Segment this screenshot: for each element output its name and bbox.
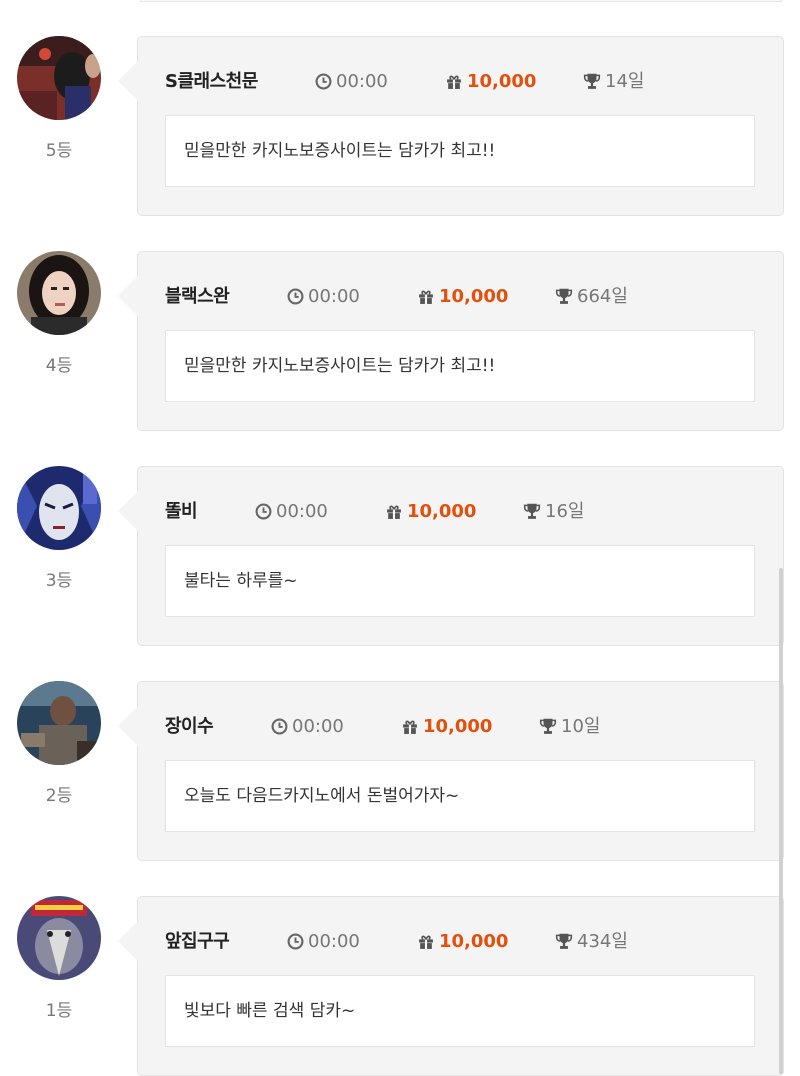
reward-points: 10,000 bbox=[417, 930, 508, 954]
avatar-image bbox=[17, 251, 101, 335]
rank-label: 2등 bbox=[45, 786, 73, 806]
attendance-entry: 3등 똘비 00:00 10,000 16일 불타는 하루를~ bbox=[0, 466, 800, 646]
time-value: 00:00 bbox=[308, 931, 360, 952]
gift-icon bbox=[403, 720, 417, 734]
gift-icon bbox=[419, 290, 433, 304]
trophy-icon bbox=[523, 503, 541, 519]
rank-label: 5등 bbox=[45, 141, 73, 161]
user-avatar[interactable] bbox=[17, 681, 101, 765]
attendance-entry: 5등 S클래스천문 00:00 10,000 14일 믿을만한 카지노보증사이트… bbox=[0, 36, 800, 216]
card-pointer bbox=[118, 61, 138, 101]
days-value: 664일 bbox=[577, 286, 628, 307]
entry-message: 믿을만한 카지노보증사이트는 담카가 최고!! bbox=[165, 330, 755, 402]
card-pointer bbox=[118, 921, 138, 961]
gift-icon bbox=[387, 505, 401, 519]
points-value: 10,000 bbox=[467, 71, 537, 92]
attendance-days: 664일 bbox=[555, 285, 628, 309]
avatar-image bbox=[17, 681, 101, 765]
entry-meta: 똘비 00:00 10,000 16일 bbox=[165, 500, 765, 524]
entry-meta: 블랙스완 00:00 10,000 664일 bbox=[165, 285, 765, 309]
entry-message: 빛보다 빠른 검색 담카~ bbox=[165, 975, 755, 1047]
attendance-days: 14일 bbox=[583, 70, 644, 94]
nickname[interactable]: 앞집구구 bbox=[165, 930, 230, 954]
time-value: 00:00 bbox=[276, 501, 328, 522]
card-pointer bbox=[118, 491, 138, 531]
check-time: 00:00 bbox=[255, 500, 328, 524]
reward-points: 10,000 bbox=[417, 285, 508, 309]
nickname[interactable]: 장이수 bbox=[165, 715, 214, 739]
rank-label: 1등 bbox=[45, 1001, 73, 1021]
trophy-icon bbox=[555, 288, 573, 304]
days-value: 14일 bbox=[605, 71, 645, 92]
entry-meta: 앞집구구 00:00 10,000 434일 bbox=[165, 930, 765, 954]
entry-meta: 장이수 00:00 10,000 10일 bbox=[165, 715, 765, 739]
card-pointer bbox=[118, 276, 138, 316]
reward-points: 10,000 bbox=[385, 500, 476, 524]
nickname[interactable]: 블랙스완 bbox=[165, 285, 230, 309]
nickname[interactable]: S클래스천문 bbox=[165, 70, 258, 94]
points-value: 10,000 bbox=[407, 501, 477, 522]
attendance-entry: 1등 앞집구구 00:00 10,000 434일 빛보다 빠른 검색 담카~ bbox=[0, 896, 800, 1076]
trophy-icon bbox=[539, 718, 557, 734]
check-time: 00:00 bbox=[315, 70, 388, 94]
reward-points: 10,000 bbox=[401, 715, 492, 739]
card-pointer bbox=[118, 706, 138, 746]
scrollbar[interactable] bbox=[779, 568, 783, 1074]
gift-icon bbox=[419, 935, 433, 949]
attendance-card: S클래스천문 00:00 10,000 14일 믿을만한 카지노보증사이트는 담… bbox=[118, 36, 784, 216]
clock-icon bbox=[287, 288, 304, 305]
entry-message: 오늘도 다음드카지노에서 돈벌어가자~ bbox=[165, 760, 755, 832]
avatar-image bbox=[17, 466, 101, 550]
points-value: 10,000 bbox=[423, 716, 493, 737]
nickname[interactable]: 똘비 bbox=[165, 500, 198, 524]
user-avatar[interactable] bbox=[17, 466, 101, 550]
clock-icon bbox=[287, 933, 304, 950]
days-value: 16일 bbox=[545, 501, 585, 522]
user-avatar[interactable] bbox=[17, 896, 101, 980]
attendance-entry: 4등 블랙스완 00:00 10,000 664일 믿을만한 카지노보증사이트는… bbox=[0, 251, 800, 431]
reward-points: 10,000 bbox=[445, 70, 536, 94]
trophy-icon bbox=[555, 933, 573, 949]
trophy-icon bbox=[583, 73, 601, 89]
entry-message: 믿을만한 카지노보증사이트는 담카가 최고!! bbox=[165, 115, 755, 187]
time-value: 00:00 bbox=[308, 286, 360, 307]
attendance-days: 10일 bbox=[539, 715, 600, 739]
days-value: 10일 bbox=[561, 716, 601, 737]
rank-label: 4등 bbox=[45, 356, 73, 376]
points-value: 10,000 bbox=[439, 286, 509, 307]
clock-icon bbox=[271, 718, 288, 735]
check-time: 00:00 bbox=[287, 930, 360, 954]
gift-icon bbox=[447, 75, 461, 89]
time-value: 00:00 bbox=[292, 716, 344, 737]
attendance-entry: 2등 장이수 00:00 10,000 10일 오늘도 다음드카지노에서 돈벌어… bbox=[0, 681, 800, 861]
avatar-image bbox=[17, 896, 101, 980]
previous-card-edge bbox=[140, 0, 782, 2]
attendance-card: 앞집구구 00:00 10,000 434일 빛보다 빠른 검색 담카~ bbox=[118, 896, 784, 1076]
points-value: 10,000 bbox=[439, 931, 509, 952]
attendance-card: 블랙스완 00:00 10,000 664일 믿을만한 카지노보증사이트는 담카… bbox=[118, 251, 784, 431]
attendance-card: 똘비 00:00 10,000 16일 불타는 하루를~ bbox=[118, 466, 784, 646]
attendance-days: 16일 bbox=[523, 500, 584, 524]
clock-icon bbox=[315, 73, 332, 90]
avatar-image bbox=[17, 36, 101, 120]
entry-meta: S클래스천문 00:00 10,000 14일 bbox=[165, 70, 765, 94]
days-value: 434일 bbox=[577, 931, 628, 952]
check-time: 00:00 bbox=[287, 285, 360, 309]
user-avatar[interactable] bbox=[17, 251, 101, 335]
clock-icon bbox=[255, 503, 272, 520]
attendance-days: 434일 bbox=[555, 930, 628, 954]
rank-label: 3등 bbox=[45, 571, 73, 591]
user-avatar[interactable] bbox=[17, 36, 101, 120]
entry-message: 불타는 하루를~ bbox=[165, 545, 755, 617]
attendance-card: 장이수 00:00 10,000 10일 오늘도 다음드카지노에서 돈벌어가자~ bbox=[118, 681, 784, 861]
time-value: 00:00 bbox=[336, 71, 388, 92]
check-time: 00:00 bbox=[271, 715, 344, 739]
